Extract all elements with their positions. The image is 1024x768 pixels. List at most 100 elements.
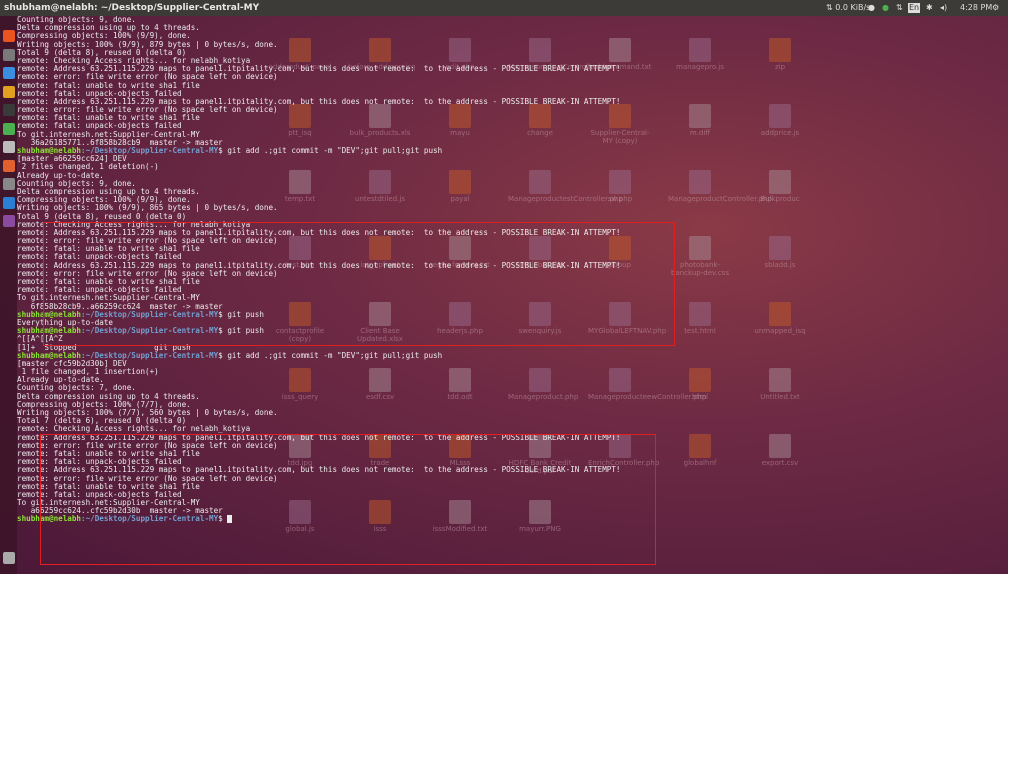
output-text: Total 9 (delta 8), reused 0 (delta 0) [17, 48, 187, 57]
prompt-path: :~/Desktop/Supplier-Central-MY [81, 351, 219, 360]
output-text: Compressing objects: 100% (9/9), done. [17, 32, 191, 41]
launcher [0, 16, 17, 574]
terminal-line: [master a66259cc624] DEV [17, 155, 1008, 163]
terminal-line: shubham@nelabh:~/Desktop/Supplier-Centra… [17, 352, 1008, 360]
prompt-path: :~/Desktop/Supplier-Central-MY [81, 147, 219, 155]
output-text: remote: fatal: unable to write sha1 file [17, 81, 200, 90]
output-text: Compressing objects: 100% (9/9), done. [17, 196, 191, 205]
terminal-line: Counting objects: 9, done. [17, 180, 1008, 188]
output-text: remote: error: file write error (No spac… [17, 106, 278, 115]
output-text: Compressing objects: 100% (7/7), done. [17, 400, 191, 409]
terminal-line: Writing objects: 100% (9/9), 865 bytes |… [17, 204, 1008, 212]
prompt-user: shubham@nelabh [17, 351, 82, 360]
output-text: remote: error: file write error (No spac… [17, 73, 278, 82]
terminal-line: Compressing objects: 100% (7/7), done. [17, 401, 1008, 409]
chrome-tray-icon[interactable]: ● [868, 0, 875, 16]
output-text: Writing objects: 100% (9/9), 865 bytes |… [17, 204, 278, 213]
output-text: 2 files changed, 1 deletion(-) [17, 163, 159, 172]
green-icon[interactable] [3, 122, 15, 135]
output-text: remote: Address 63.251.115.229 maps to p… [17, 65, 621, 74]
output-text: Delta compression using up to 4 threads. [17, 392, 200, 401]
trash-icon[interactable] [3, 552, 15, 564]
terminal-line: remote: Address 63.251.115.229 maps to p… [17, 98, 1008, 106]
help-icon[interactable] [3, 141, 15, 153]
terminal-line: Delta compression using up to 4 threads. [17, 24, 1008, 32]
terminal-line: [master cfc59b2d30b] DEV [17, 360, 1008, 368]
output-text: Counting objects: 9, done. [17, 179, 136, 188]
output-text: 36a26185771..6f858b28cb9 master -> maste… [17, 138, 223, 147]
window-title: shubham@nelabh: ~/Desktop/Supplier-Centr… [4, 3, 260, 13]
terminal-line: 36a26185771..6f858b28cb9 master -> maste… [17, 139, 1008, 147]
inkscape-icon[interactable] [3, 178, 15, 190]
teamviewer-icon[interactable] [3, 196, 15, 209]
terminal-line: Writing objects: 100% (7/7), 560 bytes |… [17, 409, 1008, 417]
terminal-app-icon[interactable] [3, 85, 15, 98]
terminal-line: Already up-to-date. [17, 172, 1008, 180]
terminal-line: 1 file changed, 1 insertion(+) [17, 368, 1008, 376]
volume-icon[interactable]: ◂) [940, 0, 947, 16]
terminal-line: Counting objects: 7, done. [17, 384, 1008, 392]
terminal-line: To git.internesh.net:Supplier-Central-MY [17, 131, 1008, 139]
terminal-line: Already up-to-date. [17, 376, 1008, 384]
terminal-line: remote: fatal: unable to write sha1 file [17, 114, 1008, 122]
terminal-line: remote: error: file write error (No spac… [17, 73, 1008, 81]
terminal-line: remote: Checking Access rights... for ne… [17, 57, 1008, 65]
output-text: Writing objects: 100% (9/9), 879 bytes |… [17, 40, 278, 49]
software-icon[interactable] [3, 159, 15, 172]
files-icon[interactable] [3, 48, 15, 61]
network-speed: 0.0 KiB/s [835, 3, 871, 12]
terminal-line: Counting objects: 9, done. [17, 16, 1008, 24]
terminal-line: Delta compression using up to 4 threads. [17, 188, 1008, 196]
terminal-line: 2 files changed, 1 deletion(-) [17, 163, 1008, 171]
chrome-icon[interactable] [3, 67, 15, 79]
screen: addproduct_payal before_addmoreisq edit.ph… [0, 0, 1008, 574]
app-icon[interactable] [3, 215, 15, 227]
output-text: Counting objects: 7, done. [17, 384, 136, 393]
output-text: 1 file changed, 1 insertion(+) [17, 368, 159, 377]
output-text: Delta compression using up to 4 threads. [17, 24, 200, 33]
highlight-box-second-push [40, 434, 656, 565]
terminal-line: shubham@nelabh:~/Desktop/Supplier-Centra… [17, 147, 1008, 155]
output-text: [master a66259cc624] DEV [17, 155, 127, 164]
terminal-line: Compressing objects: 100% (9/9), done. [17, 196, 1008, 204]
prompt-user: shubham@nelabh [17, 147, 82, 155]
terminal-line: remote: fatal: unable to write sha1 file [17, 82, 1008, 90]
output-text: Counting objects: 9, done. [17, 16, 136, 24]
network-indicator[interactable]: ⇅ 0.0 KiB/s [826, 0, 870, 16]
output-text: Total 9 (delta 8), reused 0 (delta 0) [17, 212, 187, 221]
terminal-line: Compressing objects: 100% (9/9), done. [17, 32, 1008, 40]
command-text: $ git add .;git commit -m "DEV";git pull… [218, 351, 443, 360]
output-text: Total 7 (delta 6), reused 0 (delta 0) [17, 417, 187, 426]
filezilla-icon[interactable] [3, 104, 15, 116]
output-text: Writing objects: 100% (7/7), 560 bytes |… [17, 409, 278, 417]
transfer-tray-icon[interactable]: ⇅ [896, 0, 903, 16]
terminal-line: Delta compression using up to 4 threads. [17, 393, 1008, 401]
terminal-line: remote: Address 63.251.115.229 maps to p… [17, 65, 1008, 73]
output-text: remote: fatal: unable to write sha1 file [17, 114, 200, 123]
settings-gear-icon[interactable]: ⚙ [992, 0, 999, 16]
top-panel: shubham@nelabh: ~/Desktop/Supplier-Centr… [0, 0, 1008, 16]
output-text: Delta compression using up to 4 threads. [17, 187, 200, 196]
output-text: remote: fatal: unpack-objects failed [17, 122, 182, 131]
sync-tray-icon[interactable]: ● [882, 0, 889, 16]
output-text: [master cfc59b2d30b] DEV [17, 359, 127, 368]
output-text: Already up-to-date. [17, 376, 104, 385]
command-text: $ git add .;git commit -m "DEV";git pull… [218, 147, 443, 155]
output-text: remote: fatal: unpack-objects failed [17, 89, 182, 98]
highlight-box-first-push [43, 222, 675, 346]
output-text: remote: Checking Access rights... for ne… [17, 56, 251, 65]
keyboard-layout-indicator[interactable]: En [908, 3, 921, 13]
output-text: remote: Checking Access rights... for ne… [17, 425, 251, 434]
terminal-line: remote: fatal: unpack-objects failed [17, 90, 1008, 98]
terminal-line: Total 9 (delta 8), reused 0 (delta 0) [17, 213, 1008, 221]
output-text: To git.internesh.net:Supplier-Central-MY [17, 130, 200, 139]
output-text: Already up-to-date. [17, 171, 104, 180]
output-text: remote: Address 63.251.115.229 maps to p… [17, 97, 621, 106]
terminal-line: Total 7 (delta 6), reused 0 (delta 0) [17, 417, 1008, 425]
terminal-line: remote: error: file write error (No spac… [17, 106, 1008, 114]
terminal-line: remote: fatal: unpack-objects failed [17, 122, 1008, 130]
bluetooth-icon[interactable]: ✱ [926, 0, 933, 16]
terminal-line: remote: Checking Access rights... for ne… [17, 425, 1008, 433]
ubuntu-icon[interactable] [3, 30, 15, 42]
clock[interactable]: 4:28 PM [960, 0, 992, 16]
